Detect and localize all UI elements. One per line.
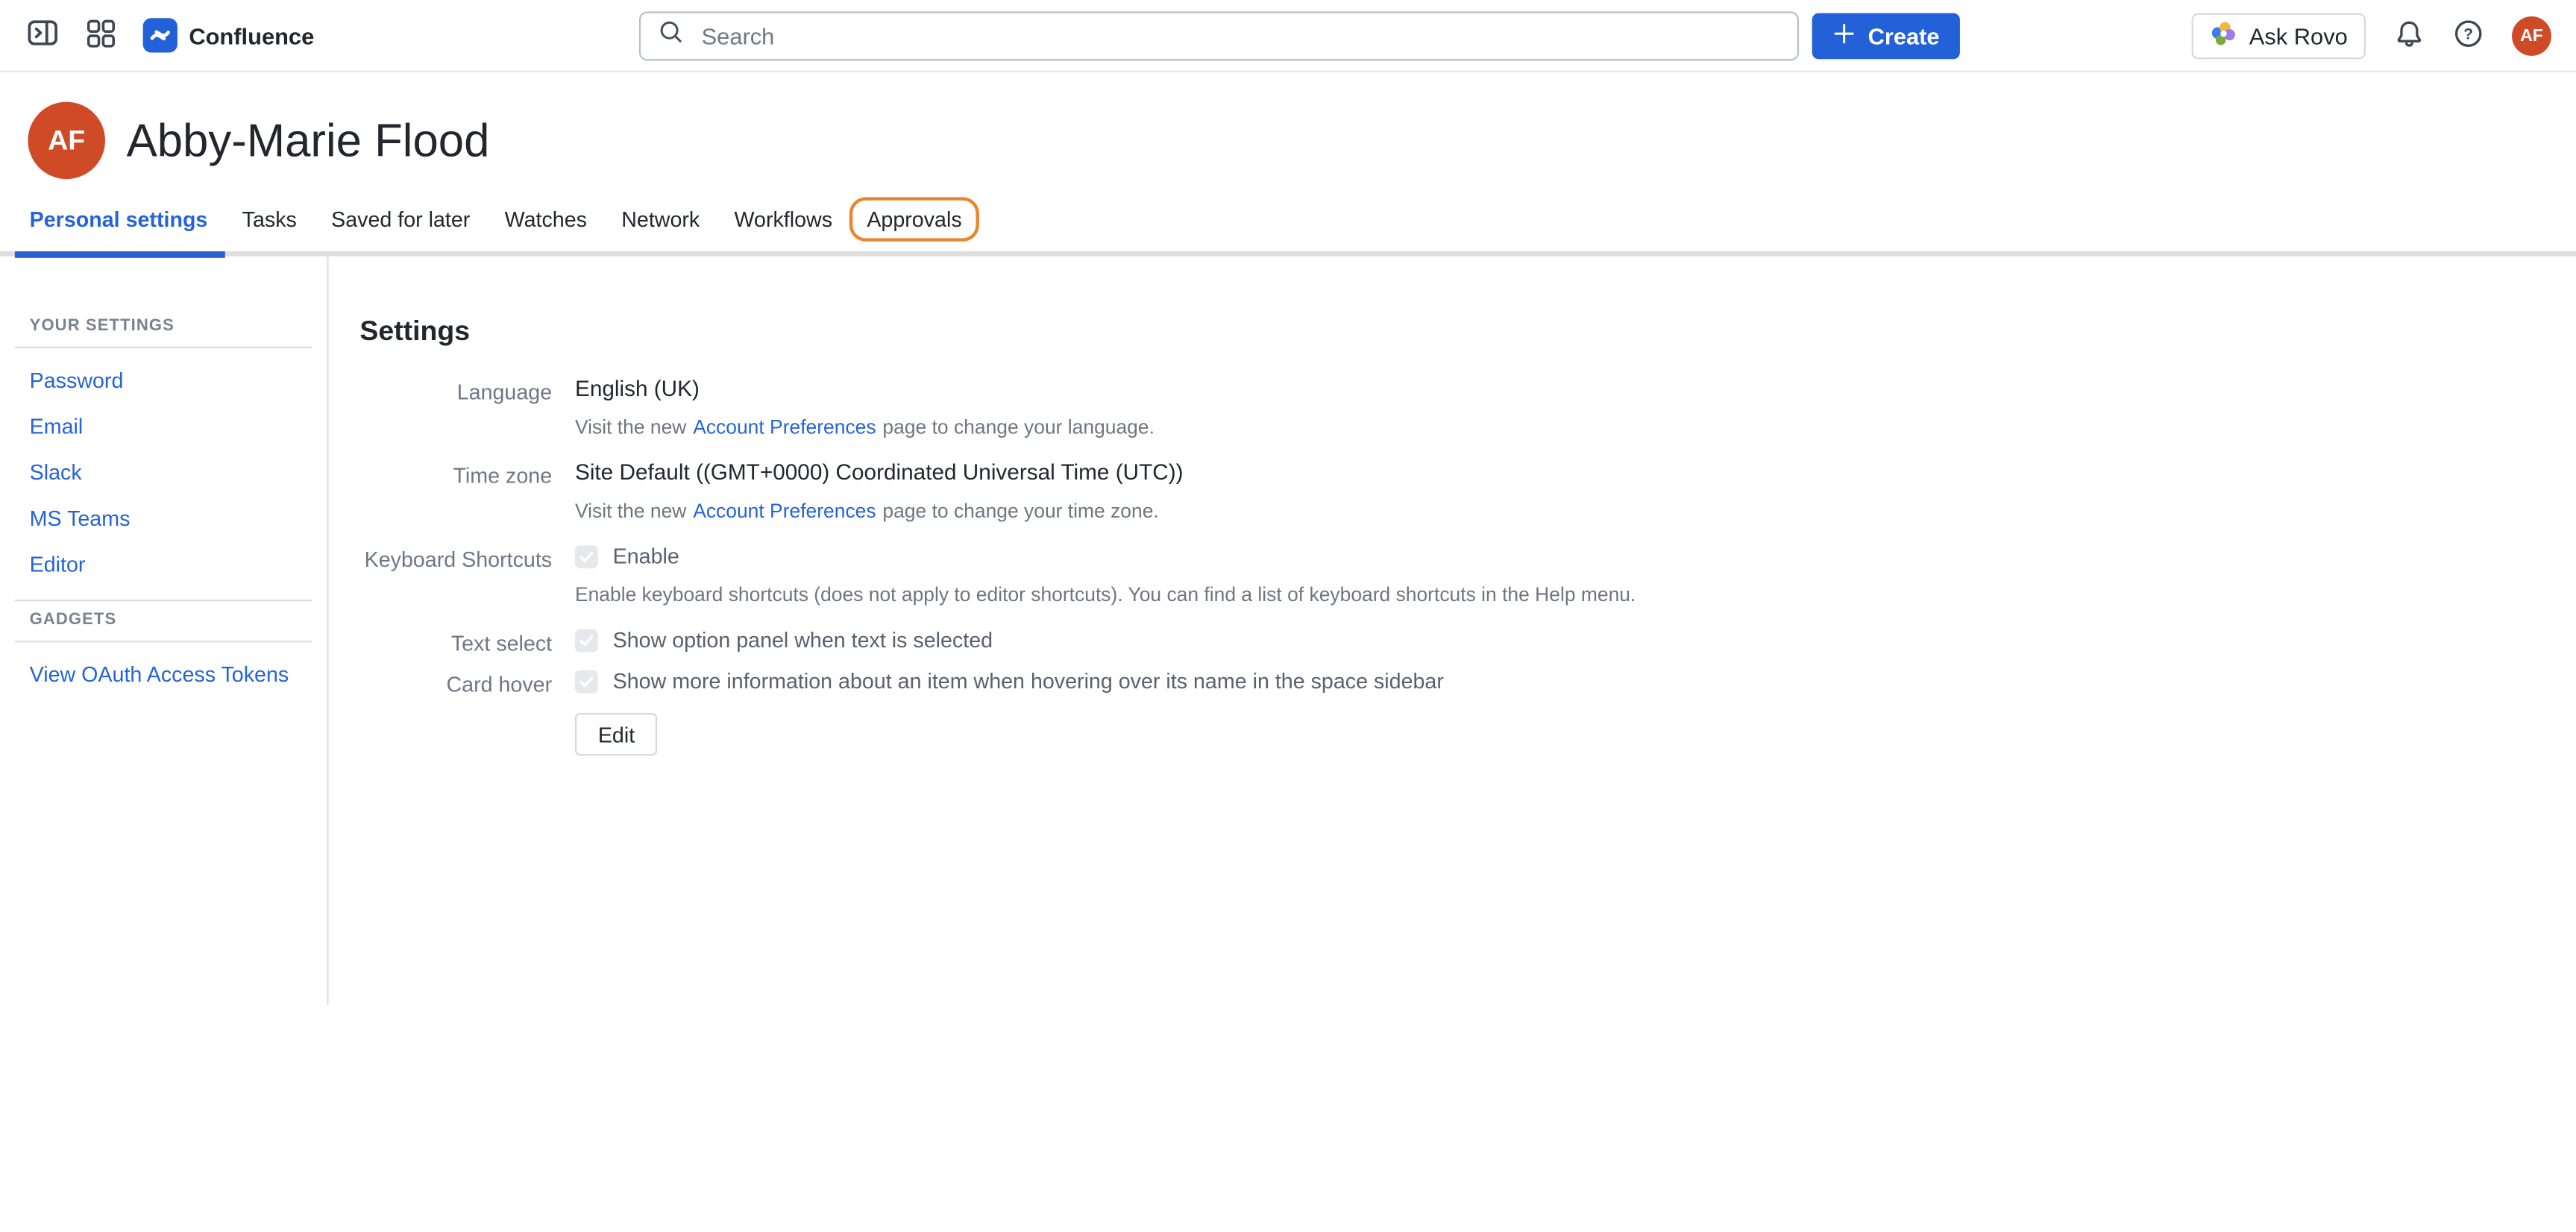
keyboard-shortcuts-checkbox[interactable] <box>575 544 598 568</box>
keyboard-shortcuts-description: Enable keyboard shortcuts (does not appl… <box>575 583 2543 606</box>
language-value: English (UK) <box>575 376 2543 400</box>
sidebar-item-editor[interactable]: Editor <box>15 541 312 587</box>
divider <box>15 641 312 642</box>
expand-sidebar-button[interactable] <box>26 16 59 54</box>
search-bar[interactable] <box>639 11 1799 60</box>
app-switcher-button[interactable] <box>86 17 117 53</box>
tab-tasks[interactable]: Tasks <box>242 207 297 232</box>
settings-sidebar: YOUR SETTINGS Password Email Slack MS Te… <box>0 257 329 1005</box>
profile-tab-bar: Personal settings Tasks Saved for later … <box>0 197 2576 256</box>
plus-icon <box>1832 22 1856 51</box>
timezone-value: Site Default ((GMT+0000) Coordinated Uni… <box>575 460 2543 485</box>
check-icon <box>578 632 594 648</box>
sidebar-item-password[interactable]: Password <box>15 356 312 403</box>
divider <box>15 347 312 348</box>
app-switcher-icon <box>86 17 117 53</box>
profile-header: AF Abby-Marie Flood <box>0 72 2576 179</box>
text-select-row: Text select Show option panel when text … <box>359 627 2543 655</box>
text-select-checkbox-label: Show option panel when text is selected <box>613 627 993 652</box>
tab-workflows[interactable]: Workflows <box>735 207 833 232</box>
tab-network[interactable]: Network <box>621 207 700 232</box>
language-label: Language <box>359 376 552 403</box>
keyboard-shortcuts-row: Keyboard Shortcuts Enable Enable keyboar… <box>359 544 2543 606</box>
card-hover-label: Card hover <box>359 669 552 697</box>
tab-approvals[interactable]: Approvals <box>849 197 980 241</box>
account-preferences-link[interactable]: Account Preferences <box>693 500 876 523</box>
note-text: page to change your language. <box>882 415 1154 439</box>
sidebar-item-slack[interactable]: Slack <box>15 448 312 494</box>
text-select-checkbox[interactable] <box>575 629 598 652</box>
create-button[interactable]: Create <box>1812 13 1959 60</box>
account-preferences-link[interactable]: Account Preferences <box>693 415 876 439</box>
edit-button[interactable]: Edit <box>575 713 658 755</box>
timezone-label: Time zone <box>359 460 552 488</box>
profile-name: Abby-Marie Flood <box>127 114 490 166</box>
card-hover-checkbox[interactable] <box>575 670 598 693</box>
text-select-label: Text select <box>359 627 552 655</box>
ask-rovo-button[interactable]: Ask Rovo <box>2192 13 2366 60</box>
note-text: Visit the new <box>575 415 686 439</box>
gadgets-heading: GADGETS <box>15 611 312 629</box>
check-icon <box>578 673 594 689</box>
ask-rovo-label: Ask Rovo <box>2249 23 2348 49</box>
product-name: Confluence <box>189 22 314 48</box>
keyboard-shortcuts-checkbox-label: Enable <box>613 544 679 568</box>
card-hover-row: Card hover Show more information about a… <box>359 669 2543 697</box>
search-icon <box>657 18 685 54</box>
top-nav: Confluence Create <box>0 0 2576 72</box>
profile-avatar: AF <box>28 102 105 180</box>
notifications-button[interactable] <box>2393 18 2425 54</box>
tab-personal-settings[interactable]: Personal settings <box>30 207 208 232</box>
note-text: Visit the new <box>575 500 686 523</box>
bell-icon <box>2393 18 2425 54</box>
timezone-note: Visit the new Account Preferences page to … <box>575 500 2543 523</box>
sidebar-item-ms-teams[interactable]: MS Teams <box>15 494 312 541</box>
language-note: Visit the new Account Preferencespage to … <box>575 415 2543 439</box>
card-hover-checkbox-label: Show more information about an item when… <box>613 669 1444 694</box>
keyboard-shortcuts-label: Keyboard Shortcuts <box>359 544 552 571</box>
divider <box>15 600 312 601</box>
sidebar-item-view-oauth-tokens[interactable]: View OAuth Access Tokens <box>15 650 312 697</box>
create-button-label: Create <box>1868 23 1940 49</box>
your-settings-heading: YOUR SETTINGS <box>15 317 312 335</box>
rovo-icon <box>2210 19 2237 52</box>
settings-title: Settings <box>359 315 2543 348</box>
check-icon <box>578 548 594 565</box>
language-row: Language English (UK) Visit the new Accou… <box>359 376 2543 439</box>
help-icon: ? <box>2453 18 2484 54</box>
tab-saved-for-later[interactable]: Saved for later <box>331 207 470 232</box>
confluence-settings-page: Confluence Create <box>0 0 2576 1232</box>
edit-row: Edit <box>359 710 2543 756</box>
help-button[interactable]: ? <box>2453 18 2484 54</box>
svg-text:?: ? <box>2463 26 2473 43</box>
note-text: page to change your time zone. <box>882 500 1158 523</box>
search-input[interactable] <box>698 22 1781 51</box>
tab-watches[interactable]: Watches <box>505 207 587 232</box>
user-avatar[interactable]: AF <box>2512 16 2551 56</box>
timezone-row: Time zone Site Default ((GMT+0000) Coord… <box>359 460 2543 523</box>
confluence-logo-icon <box>143 18 178 52</box>
settings-panel: Settings Language English (UK) Visit the… <box>329 257 2576 1005</box>
confluence-home-link[interactable]: Confluence <box>143 18 315 52</box>
sidebar-item-email[interactable]: Email <box>15 403 312 449</box>
sidebar-expand-icon <box>26 16 59 54</box>
